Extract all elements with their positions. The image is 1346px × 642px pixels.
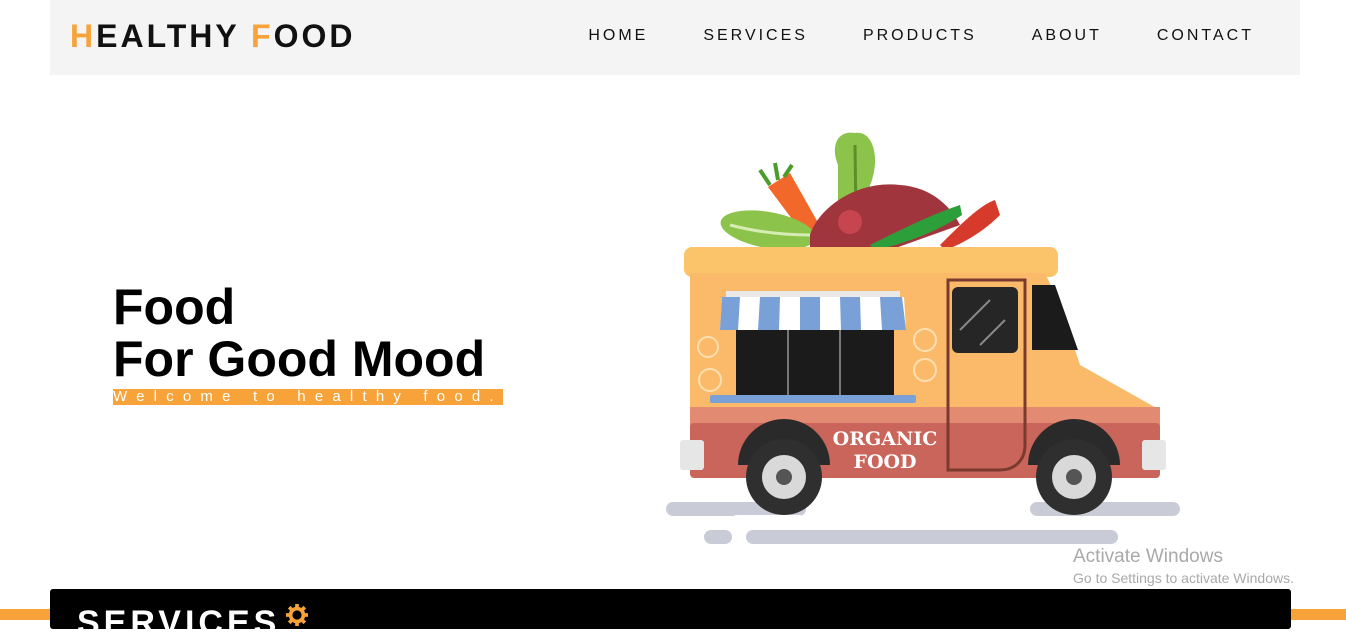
vegetables: [720, 132, 1000, 250]
services-title: SERVICES: [77, 604, 281, 642]
nav-contact[interactable]: CONTACT: [1157, 26, 1254, 46]
brand-word-1: EALTHY: [96, 18, 252, 54]
nav-products[interactable]: PRODUCTS: [863, 26, 977, 46]
main-nav: HOME SERVICES PRODUCTS ABOUT CONTACT: [533, 26, 1254, 46]
watermark-line-2: Go to Settings to activate Windows.: [1073, 570, 1294, 586]
nav-services[interactable]: SERVICES: [703, 26, 808, 46]
brand-logo[interactable]: HEALTHY FOOD: [70, 17, 355, 55]
hero-subtitle: Welcome to healthy food.: [113, 388, 503, 405]
road-lines: [666, 502, 1180, 544]
hero-title-line-1: Food: [113, 279, 236, 335]
hero-title: Food For Good Mood: [113, 281, 485, 385]
nav-about[interactable]: ABOUT: [1032, 26, 1102, 46]
truck-sign-line-1: ORGANIC: [833, 428, 938, 450]
activate-windows-watermark: Activate Windows Go to Settings to activ…: [1073, 546, 1294, 588]
services-section: SERVICES: [50, 589, 1291, 640]
gear-icon: [286, 604, 308, 626]
truck-sign-line-2: FOOD: [853, 451, 916, 473]
navbar: HEALTHY FOOD HOME SERVICES PRODUCTS ABOU…: [50, 0, 1300, 75]
hero-title-line-2: For Good Mood: [113, 331, 486, 387]
brand-letter-h: H: [70, 18, 97, 54]
nav-home[interactable]: HOME: [588, 26, 648, 46]
brand-word-2: OOD: [273, 18, 356, 54]
food-truck-illustration: ORGANIC FOOD: [666, 132, 1180, 544]
watermark-line-1: Activate Windows: [1073, 546, 1223, 567]
brand-letter-f: F: [251, 18, 274, 54]
